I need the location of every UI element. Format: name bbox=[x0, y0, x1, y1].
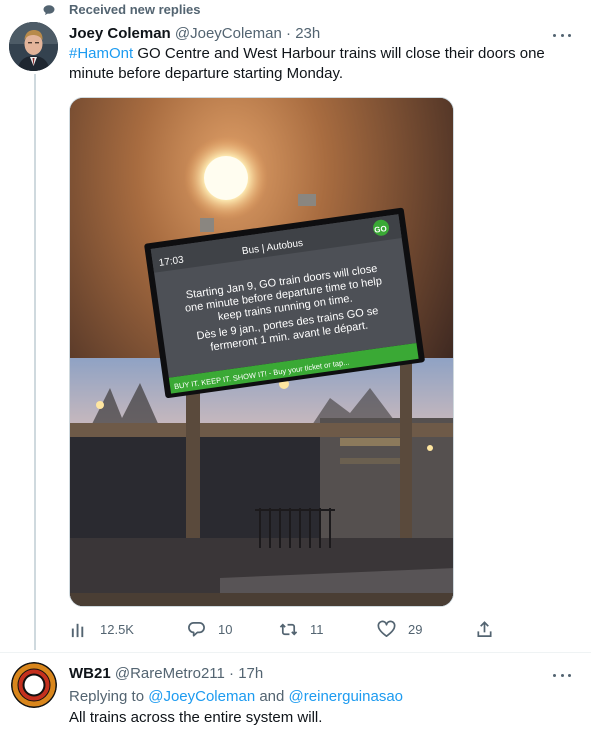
new-replies-notice[interactable]: Received new replies bbox=[0, 0, 591, 20]
like-count: 29 bbox=[408, 622, 423, 637]
mention-link[interactable]: @reinerguinasao bbox=[289, 688, 403, 705]
reply-header: WB21 @RareMetro211 · 17h bbox=[69, 665, 263, 682]
views-count: 12.5K bbox=[100, 622, 134, 637]
more-options-button[interactable] bbox=[553, 670, 571, 680]
tweet-header: Joey Coleman @JoeyColeman · 23h bbox=[69, 25, 320, 42]
tweet-divider bbox=[0, 652, 591, 653]
tweet-action-bar: 12.5K 10 11 29 bbox=[69, 620, 509, 642]
like-button[interactable]: 29 bbox=[377, 620, 422, 639]
and-word: and bbox=[255, 688, 289, 705]
notice-text: Received new replies bbox=[69, 2, 201, 17]
replying-to-prefix: Replying to bbox=[69, 688, 149, 705]
mention-link[interactable]: @JoeyColeman bbox=[148, 688, 255, 705]
reply-text: All trains across the entire system will… bbox=[69, 709, 323, 726]
thread-connector-line bbox=[34, 74, 36, 650]
reply-author-name[interactable]: WB21 bbox=[69, 665, 111, 682]
share-button[interactable] bbox=[475, 620, 494, 639]
heart-icon bbox=[377, 620, 396, 638]
views-button[interactable]: 12.5K bbox=[69, 620, 134, 639]
reply-bubble-icon bbox=[188, 621, 205, 637]
retweet-count: 11 bbox=[310, 622, 324, 637]
author-name[interactable]: Joey Coleman bbox=[69, 25, 171, 42]
more-options-button[interactable] bbox=[553, 30, 571, 40]
avatar[interactable] bbox=[9, 22, 58, 71]
author-handle[interactable]: @JoeyColeman bbox=[175, 25, 282, 42]
more-dots-icon bbox=[553, 673, 556, 677]
more-dots-icon bbox=[553, 33, 556, 37]
retweet-button[interactable]: 11 bbox=[279, 620, 324, 639]
separator-dot: · bbox=[224, 665, 239, 682]
reply-button[interactable]: 10 bbox=[187, 620, 232, 639]
share-icon bbox=[477, 621, 492, 638]
tweet-body: GO Centre and West Harbour trains will c… bbox=[69, 45, 545, 82]
speech-bubble-icon bbox=[43, 5, 55, 15]
hashtag-link[interactable]: #HamOnt bbox=[69, 45, 133, 62]
replying-to-line: Replying to @JoeyColeman and @reinerguin… bbox=[69, 688, 403, 705]
reply-count: 10 bbox=[218, 622, 233, 637]
reply-time[interactable]: 17h bbox=[238, 665, 263, 682]
retweet-icon bbox=[279, 623, 298, 636]
analytics-bars-icon bbox=[71, 623, 84, 638]
tweet-photo[interactable]: 17:03 Bus | Autobus GO Starting Jan 9, G… bbox=[69, 97, 454, 607]
avatar[interactable] bbox=[11, 662, 57, 708]
tweet-time[interactable]: 23h bbox=[295, 25, 320, 42]
tweet-text: #HamOnt GO Centre and West Harbour train… bbox=[69, 44, 569, 84]
go-logo: GO bbox=[374, 224, 388, 235]
separator-dot: · bbox=[281, 25, 296, 42]
reply-author-handle[interactable]: @RareMetro211 bbox=[115, 665, 225, 682]
